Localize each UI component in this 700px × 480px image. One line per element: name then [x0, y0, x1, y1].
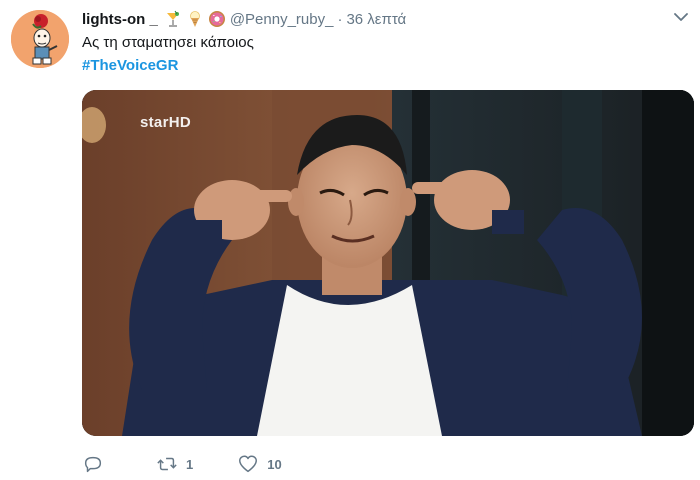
donut-icon — [208, 11, 225, 27]
media-photo-scene — [82, 90, 694, 436]
tweet-header: lights-on _ @Penny_ruby_ · 36 λεπτά — [82, 8, 406, 30]
name-emojis — [164, 10, 226, 28]
avatar[interactable] — [11, 10, 69, 68]
tweet-text: Ας τη σταματησει κάποιος — [82, 34, 254, 51]
reply-icon[interactable] — [82, 453, 104, 475]
starhd-logo: starHD — [140, 114, 191, 131]
like-count: 10 — [267, 456, 282, 472]
like-action[interactable]: 10 — [237, 453, 282, 475]
retweet-count: 1 — [186, 456, 194, 472]
timestamp[interactable]: 36 λεπτά — [346, 11, 406, 28]
chevron-down-icon[interactable] — [674, 12, 688, 22]
retweet-icon[interactable] — [156, 453, 178, 475]
reply-action[interactable] — [82, 453, 112, 475]
tweet-media-photo[interactable]: starHD — [82, 90, 694, 436]
heart-icon[interactable] — [237, 453, 259, 475]
separator-dot: · — [337, 10, 343, 28]
avatar-illustration-icon — [11, 10, 69, 68]
tweet-actions: 1 10 — [82, 452, 326, 476]
user-handle[interactable]: @Penny_ruby_ — [230, 11, 334, 28]
hashtag-link[interactable]: #TheVoiceGR — [82, 57, 178, 74]
retweet-action[interactable]: 1 — [156, 453, 193, 475]
ice-cream-icon — [189, 11, 200, 27]
cocktail-icon — [166, 10, 179, 27]
display-name[interactable]: lights-on _ — [82, 11, 158, 28]
tweet-card[interactable]: lights-on _ @Penny_ruby_ · 36 λεπτά Ας τ… — [0, 0, 700, 480]
